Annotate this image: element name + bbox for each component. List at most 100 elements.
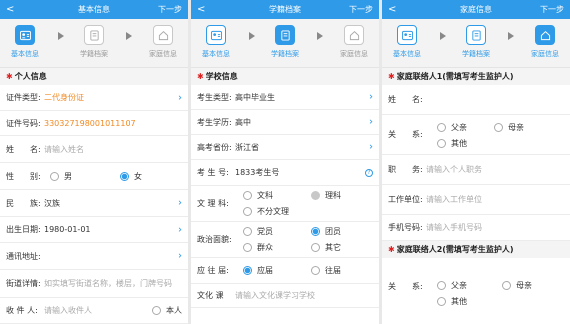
step-label: 基本信息 xyxy=(393,50,421,58)
culture-school-input[interactable]: 文化 课 请输入文化课学习学校 xyxy=(191,284,379,308)
field-label: 文化 课 xyxy=(197,291,224,300)
radio-label: 党员 xyxy=(257,227,273,236)
app-header: < 学籍档案 下一步 xyxy=(191,0,379,19)
radio-league-member[interactable]: 团员 xyxy=(311,226,341,237)
name-input[interactable]: 姓 名: 请输入姓名 xyxy=(0,136,188,163)
arrow-right-icon xyxy=(440,32,446,40)
radio-previous-grad[interactable]: 往届 xyxy=(311,265,341,276)
radio-female[interactable]: 女 xyxy=(120,171,142,182)
job-title-input[interactable]: 职 务: 请输入个人职务 xyxy=(382,155,570,185)
field-value: 二代身份证 xyxy=(44,93,84,102)
field-label: 关 系: xyxy=(388,281,423,291)
field-label: 收 件 人: xyxy=(6,306,38,315)
radio-other-relation[interactable]: 其他 xyxy=(437,296,467,307)
exam-number-input[interactable]: 考 生 号: 1833考生号 ? xyxy=(191,160,379,186)
id-type-field[interactable]: 证件类型: 二代身份证 › xyxy=(0,85,188,111)
contact1-name-input[interactable]: 姓 名: xyxy=(382,85,570,115)
step-label: 基本信息 xyxy=(11,50,39,58)
field-label: 高考省份: xyxy=(197,142,232,152)
radio-other[interactable]: 其它 xyxy=(311,242,341,253)
chevron-right-icon: › xyxy=(369,141,373,153)
radio-current-grad[interactable]: 应届 xyxy=(243,265,273,276)
radio-circle-icon xyxy=(437,297,446,306)
next-step-button[interactable]: 下一步 xyxy=(540,0,564,19)
birthdate-field[interactable]: 出生日期: 1980-01-01 › xyxy=(0,217,188,243)
radio-label: 母亲 xyxy=(508,123,524,132)
radio-circle-icon xyxy=(437,139,446,148)
section-header: ✱ 学校信息 xyxy=(191,68,379,85)
radio-label: 女 xyxy=(134,171,142,181)
field-label: 文 理 科: xyxy=(197,199,229,208)
radio-science[interactable]: 理科 xyxy=(311,190,341,201)
radio-label: 男 xyxy=(64,171,72,181)
address-field[interactable]: 通讯地址: › xyxy=(0,243,188,270)
step-basic-info[interactable]: 基本信息 xyxy=(195,25,237,59)
required-star-icon: ✱ xyxy=(6,72,13,81)
exam-province-field[interactable]: 高考省份: 浙江省 › xyxy=(191,135,379,160)
step-label: 家庭信息 xyxy=(340,50,368,58)
field-value: 汉族 xyxy=(44,198,60,208)
home-icon xyxy=(535,25,555,45)
field-label: 政治面貌: xyxy=(197,235,232,244)
field-placeholder: 请输入个人职务 xyxy=(426,165,482,174)
radio-party-member[interactable]: 党员 xyxy=(243,226,273,237)
step-family-info[interactable]: 家庭信息 xyxy=(524,25,566,59)
education-field[interactable]: 考生学历: 高中 › xyxy=(191,110,379,135)
field-label: 考 生 号: xyxy=(197,168,229,177)
radio-father[interactable]: 父亲 xyxy=(437,122,467,133)
field-placeholder: 请输入工作单位 xyxy=(426,195,482,204)
arrow-right-icon xyxy=(58,32,64,40)
app-header: < 家庭信息 下一步 xyxy=(382,0,570,19)
receiver-input[interactable]: 收 件 人: 请输入收件人 本人 xyxy=(0,298,188,324)
radio-mother[interactable]: 母亲 xyxy=(494,122,524,133)
radio-circle-icon xyxy=(437,281,446,290)
radio-other-relation[interactable]: 其他 xyxy=(437,138,467,149)
section-title: 个人信息 xyxy=(14,72,47,81)
step-student-record[interactable]: 学籍档案 xyxy=(73,25,115,59)
document-icon xyxy=(466,25,486,45)
field-label: 关 系: xyxy=(388,130,423,139)
step-student-record[interactable]: 学籍档案 xyxy=(264,25,306,59)
graduation-status-field: 应 往 届: 应届 往届 xyxy=(191,258,379,284)
step-student-record[interactable]: 学籍档案 xyxy=(455,25,497,59)
radio-masses[interactable]: 群众 xyxy=(243,242,273,253)
step-family-info[interactable]: 家庭信息 xyxy=(142,25,184,59)
radio-arts[interactable]: 文科 xyxy=(243,190,273,201)
candidate-type-field[interactable]: 考生类型: 高中毕业生 › xyxy=(191,85,379,110)
field-label: 手机号码: xyxy=(388,223,423,232)
step-label: 学籍档案 xyxy=(462,50,490,58)
radio-self[interactable]: 本人 xyxy=(152,305,182,316)
field-label: 姓 名: xyxy=(388,95,423,104)
field-placeholder: 请输入手机号码 xyxy=(426,223,482,232)
subject-field: 文 理 科: 文科 理科 不分文理 xyxy=(191,186,379,222)
next-step-button[interactable]: 下一步 xyxy=(349,0,373,19)
step-family-info[interactable]: 家庭信息 xyxy=(333,25,375,59)
step-label: 学籍档案 xyxy=(271,50,299,58)
user-card-icon xyxy=(15,25,35,45)
step-basic-info[interactable]: 基本信息 xyxy=(4,25,46,59)
chevron-right-icon: › xyxy=(369,91,373,103)
help-icon[interactable]: ? xyxy=(365,168,373,177)
field-value: 330327198001011107 xyxy=(44,118,136,128)
id-number-field[interactable]: 证件号码: 330327198001011107 xyxy=(0,111,188,136)
radio-label: 其他 xyxy=(451,297,467,306)
radio-no-division[interactable]: 不分文理 xyxy=(243,206,289,217)
section-title: 学校信息 xyxy=(205,72,238,81)
radio-circle-icon xyxy=(494,123,503,132)
radio-mother[interactable]: 母亲 xyxy=(502,280,532,291)
arrow-right-icon xyxy=(317,32,323,40)
required-star-icon: ✱ xyxy=(197,72,204,81)
step-indicator: 基本信息 学籍档案 家庭信息 xyxy=(382,19,570,68)
step-label: 家庭信息 xyxy=(149,50,177,58)
street-detail-input[interactable]: 街道详情: 如实填写街道名称，楼层，门牌号码 xyxy=(0,270,188,298)
step-basic-info[interactable]: 基本信息 xyxy=(386,25,428,59)
radio-circle-icon xyxy=(152,306,161,315)
work-unit-input[interactable]: 工作单位: 请输入工作单位 xyxy=(382,185,570,215)
next-step-button[interactable]: 下一步 xyxy=(158,0,182,19)
chevron-right-icon: › xyxy=(178,197,182,209)
ethnicity-field[interactable]: 民 族: 汉族 › xyxy=(0,190,188,217)
radio-label: 理科 xyxy=(325,191,341,200)
radio-male[interactable]: 男 xyxy=(50,171,72,182)
phone-input[interactable]: 手机号码: 请输入手机号码 xyxy=(382,215,570,241)
radio-father[interactable]: 父亲 xyxy=(437,280,467,291)
